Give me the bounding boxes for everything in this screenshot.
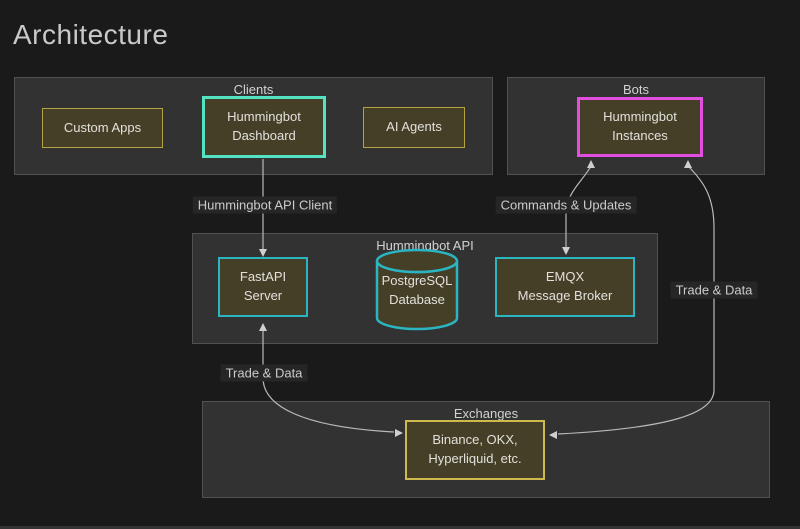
node-emqx-message-broker-label: EMQXMessage Broker xyxy=(518,268,613,306)
node-hummingbot-instances-label: HummingbotInstances xyxy=(603,108,677,146)
node-custom-apps-label: Custom Apps xyxy=(64,119,141,138)
node-postgresql-database: PostgreSQLDatabase xyxy=(377,272,457,310)
node-custom-apps: Custom Apps xyxy=(42,108,163,148)
node-postgresql-database-label: PostgreSQLDatabase xyxy=(382,273,453,307)
group-hummingbot-api-label: Hummingbot API xyxy=(193,238,657,253)
group-bots-label: Bots xyxy=(508,82,764,97)
edge-label-commands-updates: Commands & Updates xyxy=(496,197,637,214)
node-ai-agents: AI Agents xyxy=(363,107,465,148)
node-emqx-message-broker: EMQXMessage Broker xyxy=(495,257,635,317)
node-ai-agents-label: AI Agents xyxy=(386,118,442,137)
node-hummingbot-dashboard: HummingbotDashboard xyxy=(202,96,326,158)
node-hummingbot-dashboard-label: HummingbotDashboard xyxy=(227,108,301,146)
page-title: Architecture xyxy=(13,19,168,51)
edge-label-hummingbot-api-client: Hummingbot API Client xyxy=(193,197,337,214)
node-fastapi-server-label: FastAPIServer xyxy=(240,268,286,306)
edge-label-trade-data-left: Trade & Data xyxy=(221,365,308,382)
group-exchanges-label: Exchanges xyxy=(203,406,769,421)
node-exchanges-list: Binance, OKX,Hyperliquid, etc. xyxy=(405,420,545,480)
architecture-diagram: Architecture Clients Bots Hummingbot API… xyxy=(0,0,800,529)
group-clients-label: Clients xyxy=(15,82,492,97)
edge-label-trade-data-right: Trade & Data xyxy=(671,282,758,299)
node-exchanges-list-label: Binance, OKX,Hyperliquid, etc. xyxy=(428,431,521,469)
node-fastapi-server: FastAPIServer xyxy=(218,257,308,317)
node-hummingbot-instances: HummingbotInstances xyxy=(577,97,703,157)
